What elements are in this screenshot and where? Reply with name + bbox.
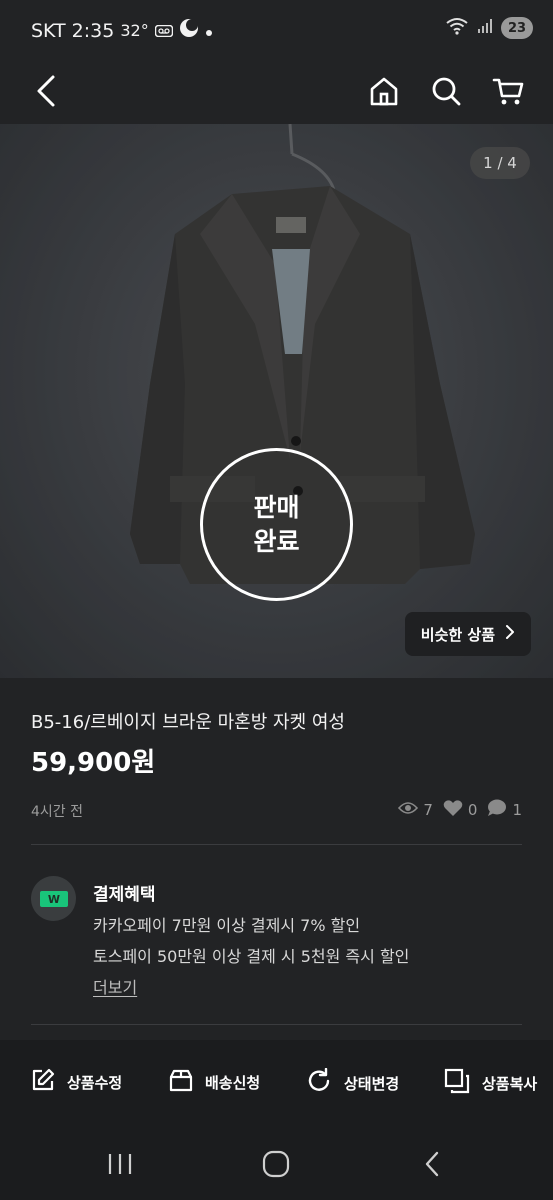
- likes-stat: 0: [443, 799, 478, 821]
- copy-product-label: 상품복사: [482, 1074, 538, 1093]
- sold-line-1: 판매: [253, 492, 300, 522]
- edit-product-button[interactable]: 상품수정: [31, 1068, 122, 1096]
- likes-count: 0: [467, 801, 478, 819]
- edit-icon: [31, 1068, 55, 1096]
- wifi-icon: [445, 17, 469, 39]
- chevron-right-icon: [505, 624, 515, 644]
- more-link[interactable]: 더보기: [93, 974, 137, 998]
- sold-out-badge: 판매 완료: [200, 448, 353, 601]
- box-icon: [169, 1068, 193, 1096]
- views-stat: 7: [398, 801, 433, 819]
- dot-icon: [205, 20, 213, 42]
- chats-count: 1: [512, 801, 522, 819]
- chats-stat: 1: [487, 799, 522, 821]
- product-price: 59,900원: [31, 748, 156, 778]
- edit-product-label: 상품수정: [67, 1073, 123, 1092]
- signal-icon: [477, 18, 493, 38]
- benefit-line-kakaopay: 카카오페이 7만원 이상 결제시 7% 할인: [93, 916, 361, 935]
- home-icon[interactable]: [359, 66, 409, 116]
- copy-icon: [444, 1068, 470, 1098]
- similar-products-button[interactable]: 비슷한 상품: [404, 612, 531, 656]
- recent-apps-icon[interactable]: [98, 1146, 142, 1182]
- top-nav: [0, 60, 553, 124]
- moon-icon: [179, 18, 199, 43]
- divider: [31, 1024, 522, 1025]
- back-arrow-icon[interactable]: [22, 66, 72, 116]
- temperature: 32°: [120, 21, 149, 40]
- heart-icon: [443, 799, 463, 821]
- copy-product-button[interactable]: 상품복사: [444, 1068, 537, 1098]
- shipping-request-button[interactable]: 배송신청: [169, 1068, 260, 1096]
- home-button-icon[interactable]: [254, 1146, 298, 1182]
- shipping-request-label: 배송신청: [205, 1073, 261, 1092]
- carrier-label: SKT: [31, 19, 66, 42]
- refresh-icon: [306, 1067, 332, 1098]
- system-navigation-bar: [0, 1126, 553, 1200]
- product-image-gallery[interactable]: 1 / 4 판매 완료 비슷한 상품: [0, 124, 553, 678]
- divider: [31, 844, 522, 845]
- change-status-label: 상태변경: [344, 1074, 400, 1093]
- cart-icon[interactable]: [483, 66, 533, 116]
- page-indicator: 1 / 4: [470, 147, 530, 179]
- product-title: B5-16/르베이지 브라운 마혼방 자켓 여성: [31, 712, 345, 733]
- status-bar: SKT 2:35 32° 23: [0, 0, 553, 60]
- voicemail-icon: [154, 20, 173, 42]
- sold-line-2: 완료: [253, 526, 300, 556]
- change-status-button[interactable]: 상태변경: [306, 1067, 400, 1098]
- svg-text:W: W: [47, 893, 59, 906]
- similar-products-label: 비슷한 상품: [420, 625, 495, 644]
- eye-icon: [398, 801, 419, 819]
- posted-time: 4시간 전: [31, 804, 83, 820]
- product-stats: 7 0 1: [392, 799, 522, 821]
- benefit-line-tosspay: 토스페이 50만원 이상 결제 시 5천원 즉시 할인: [93, 947, 410, 966]
- search-icon[interactable]: [421, 66, 471, 116]
- back-button-icon[interactable]: [410, 1146, 454, 1182]
- battery-indicator: 23: [501, 17, 533, 39]
- chat-bubble-icon: [487, 799, 507, 821]
- payment-benefit-icon: W: [31, 876, 76, 921]
- benefit-title: 결제혜택: [93, 885, 156, 905]
- views-count: 7: [423, 801, 433, 819]
- clock: 2:35: [71, 19, 115, 42]
- action-bar: 상품수정 배송신청 상태변경 상품복사: [0, 1040, 553, 1126]
